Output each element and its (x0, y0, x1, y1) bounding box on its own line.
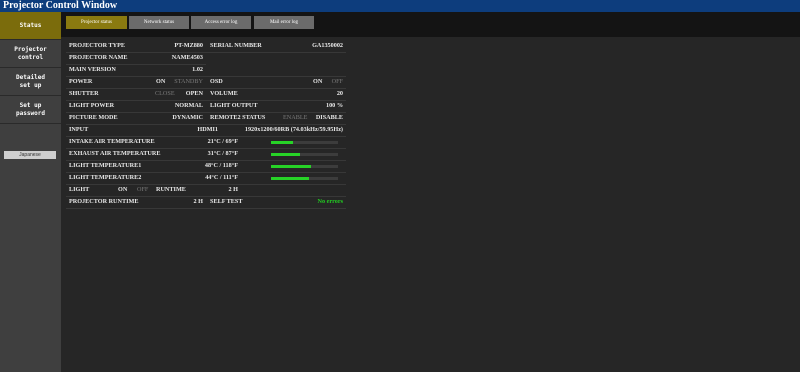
status-row: POWER ON STANDBY OSD ON OFF (66, 77, 346, 87)
status-row: LIGHT ON OFF RUNTIME 2 H (66, 185, 346, 195)
temperature-row: INTAKE AIR TEMPERATURE 21°C / 69°F (66, 137, 346, 147)
picture-mode-label: PICTURE MODE (69, 114, 118, 121)
power-on: ON (156, 78, 166, 85)
osd-on: ON (313, 78, 323, 85)
sidebar: Status Projector control Detailed set up… (0, 12, 61, 372)
projector-name-value: NAME4503 (171, 54, 203, 61)
temp-bar (271, 153, 338, 156)
tab-network-status[interactable]: Network status (129, 16, 189, 29)
temp-bar-fill (271, 153, 301, 156)
remote2-disable: DISABLE (315, 114, 343, 121)
serial-number-label: SERIAL NUMBER (210, 42, 262, 49)
tab-mail-error-log[interactable]: Mail error log (254, 16, 314, 29)
power-label: POWER (69, 78, 93, 85)
light-on: ON (118, 186, 128, 193)
sidebar-item-label: Detailed set up (16, 73, 45, 89)
light-runtime-label: RUNTIME (156, 186, 186, 193)
self-test-label: SELF TEST (210, 198, 243, 205)
projector-type-value: PT-MZ880 (174, 42, 203, 49)
tab-projector-status[interactable]: Projector status (66, 16, 127, 29)
sidebar-item-status[interactable]: Status (0, 12, 61, 40)
status-row: PROJECTOR RUNTIME 2 H SELF TEST No error… (66, 197, 346, 207)
picture-mode-value: DYNAMIC (172, 114, 203, 121)
sidebar-item-projector-control[interactable]: Projector control (0, 40, 61, 68)
temp-bar-fill (271, 141, 294, 144)
status-row: SHUTTER CLOSE OPEN VOLUME 20 (66, 89, 346, 99)
shutter-close: CLOSE (155, 90, 175, 97)
temp-bar (271, 141, 338, 144)
temp-label: EXHAUST AIR TEMPERATURE (69, 150, 161, 157)
sidebar-item-label: Set up password (16, 101, 45, 117)
temp-value: 21°C / 69°F (207, 138, 238, 145)
projector-type-label: PROJECTOR TYPE (69, 42, 125, 49)
osd-label: OSD (210, 78, 223, 85)
status-row: PROJECTOR TYPE PT-MZ880 SERIAL NUMBER GA… (66, 41, 346, 51)
status-row: LIGHT POWER NORMAL LIGHT OUTPUT 100 % (66, 101, 346, 111)
projector-runtime-label: PROJECTOR RUNTIME (69, 198, 139, 205)
volume-label: VOLUME (210, 90, 238, 97)
main-version-label: MAIN VERSION (69, 66, 116, 73)
temp-value: 31°C / 87°F (207, 150, 238, 157)
light-runtime-value: 2 H (228, 186, 238, 193)
sidebar-item-label: Status (19, 21, 42, 29)
shutter-open: OPEN (185, 90, 203, 97)
serial-number-value: GA1350002 (312, 42, 343, 49)
main-version-value: 1.02 (192, 66, 203, 73)
light-off: OFF (137, 186, 149, 193)
input-value: HDMI1 (197, 126, 218, 133)
temp-label: LIGHT TEMPERATURE1 (69, 162, 142, 169)
osd-off: OFF (331, 78, 343, 85)
tab-access-error-log[interactable]: Access error log (191, 16, 251, 29)
light-power-label: LIGHT POWER (69, 102, 115, 109)
temperature-row: LIGHT TEMPERATURE1 48°C / 118°F (66, 161, 346, 171)
temp-label: INTAKE AIR TEMPERATURE (69, 138, 155, 145)
remote2-enable: ENABLE (283, 114, 308, 121)
sidebar-item-detailed-set-up[interactable]: Detailed set up (0, 68, 61, 96)
temp-bar-fill (271, 165, 312, 168)
temp-value: 48°C / 118°F (204, 162, 238, 169)
status-row: MAIN VERSION 1.02 (66, 65, 346, 75)
status-row: PROJECTOR NAME NAME4503 (66, 53, 346, 63)
projector-runtime-value: 2 H (193, 198, 203, 205)
status-row: INPUT HDMI1 1920x1200/60RB (74.03kHz/59.… (66, 125, 346, 135)
input-signal: 1920x1200/60RB (74.03kHz/59.95Hz) (244, 126, 343, 133)
light-output-label: LIGHT OUTPUT (210, 102, 258, 109)
temp-bar (271, 165, 338, 168)
volume-value: 20 (336, 90, 343, 97)
sidebar-item-set-up-password[interactable]: Set up password (0, 96, 61, 124)
shutter-label: SHUTTER (69, 90, 99, 97)
input-label: INPUT (69, 126, 89, 133)
light-label: LIGHT (69, 186, 90, 193)
sidebar-item-label: Projector control (14, 45, 47, 61)
light-output-value: 100 % (325, 102, 343, 109)
temperature-row: EXHAUST AIR TEMPERATURE 31°C / 87°F (66, 149, 346, 159)
projector-name-label: PROJECTOR NAME (69, 54, 128, 61)
self-test-value: No errors (317, 198, 343, 205)
status-row: PICTURE MODE DYNAMIC REMOTE2 STATUS ENAB… (66, 113, 346, 123)
power-standby: STANDBY (174, 78, 203, 85)
japanese-button[interactable]: Japanese (4, 151, 56, 159)
remote2-status-label: REMOTE2 STATUS (210, 114, 266, 121)
window-title: Projector Control Window (0, 0, 800, 12)
light-power-value: NORMAL (174, 102, 203, 109)
